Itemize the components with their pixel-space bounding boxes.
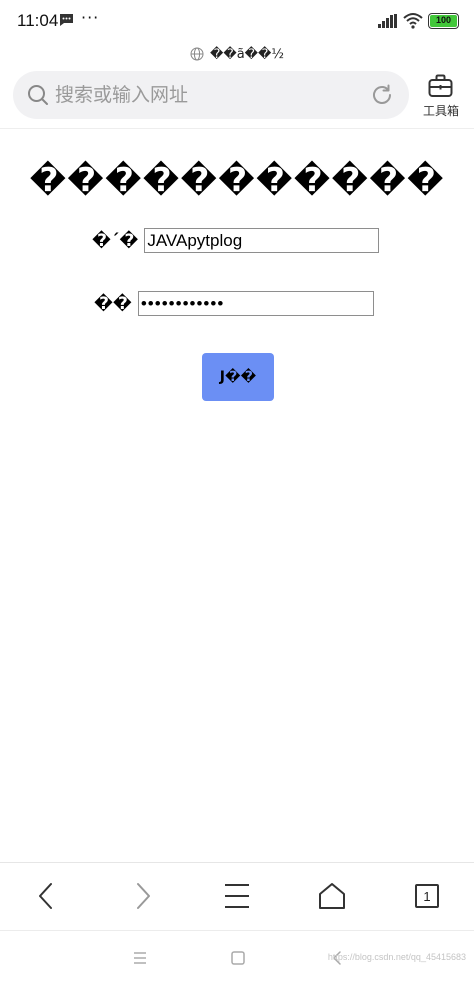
- battery-level: 100: [430, 15, 457, 27]
- divider: [0, 128, 474, 129]
- signal-icon: [378, 14, 397, 28]
- password-row: ��: [94, 291, 374, 316]
- recents-icon: [134, 952, 146, 964]
- globe-icon: [190, 47, 204, 61]
- more-notifications-icon: ···: [81, 8, 100, 27]
- search-icon: [28, 85, 48, 105]
- username-row: �ˊ�: [92, 228, 380, 253]
- watermark: https://blog.csdn.net/qq_45415683: [327, 952, 466, 962]
- toolbox-icon: [428, 74, 453, 97]
- status-time: 11:04: [17, 11, 59, 30]
- menu-button[interactable]: [217, 875, 257, 917]
- wifi-icon: [403, 13, 423, 29]
- password-input[interactable]: [137, 291, 374, 316]
- submit-button[interactable]: J��: [202, 353, 274, 401]
- tabs-icon: 1: [415, 884, 439, 908]
- toolbox-button[interactable]: 工具箱: [417, 72, 465, 118]
- toolbox-label: 工具箱: [422, 104, 459, 118]
- status-bar: 11:04 ··· 100: [0, 0, 474, 42]
- url-search-input[interactable]: [55, 71, 365, 119]
- menu-icon: [225, 884, 249, 908]
- password-label: ��: [94, 293, 132, 314]
- system-home-button[interactable]: [227, 947, 249, 969]
- page-title: �����������: [29, 160, 445, 199]
- divider: [0, 930, 474, 931]
- recents-button[interactable]: [129, 947, 151, 969]
- home-button[interactable]: [312, 875, 352, 917]
- forward-button[interactable]: [122, 875, 162, 917]
- forward-icon: [137, 883, 150, 909]
- username-input[interactable]: [144, 228, 380, 253]
- username-label: �ˊ�: [92, 230, 139, 251]
- refresh-icon[interactable]: [371, 84, 393, 106]
- home-icon: [319, 883, 345, 909]
- home-square-icon: [231, 951, 245, 965]
- tabs-button[interactable]: 1: [407, 875, 447, 917]
- battery-icon: 100: [428, 13, 459, 29]
- site-domain-text: ��ã��½: [210, 46, 284, 62]
- divider: [0, 862, 474, 863]
- back-button[interactable]: [27, 875, 67, 917]
- back-icon: [39, 883, 52, 909]
- site-info[interactable]: ��ã��½: [0, 44, 474, 64]
- address-bar[interactable]: [13, 71, 409, 119]
- message-icon: [60, 14, 73, 26]
